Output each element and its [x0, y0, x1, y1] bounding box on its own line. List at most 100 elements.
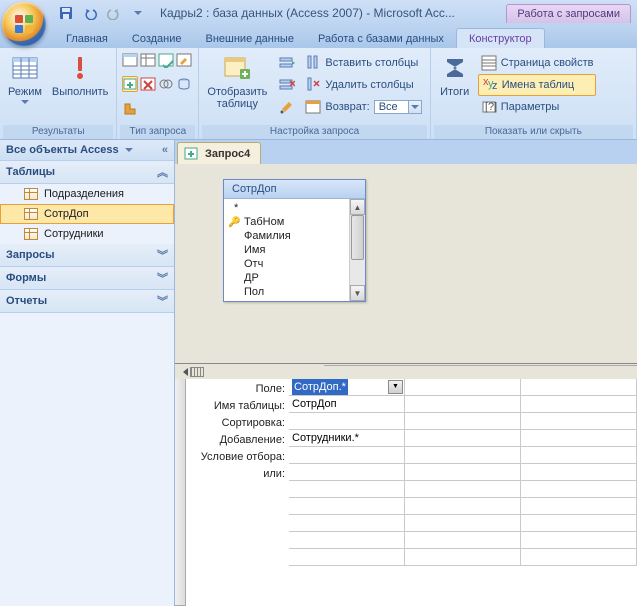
table-cell[interactable]: СотрДоп	[289, 396, 405, 413]
scroll-thumb[interactable]	[351, 215, 364, 260]
grid-cell[interactable]	[521, 447, 637, 464]
field-item[interactable]: Пол	[224, 285, 349, 299]
builder-button[interactable]	[276, 96, 298, 118]
delete-columns-button[interactable]: Удалить столбцы	[302, 74, 424, 96]
tab-design[interactable]: Конструктор	[456, 28, 545, 48]
or-cell[interactable]	[289, 549, 405, 566]
table-names-button[interactable]: xyzИмена таблиц	[478, 74, 597, 96]
tab-external[interactable]: Внешние данные	[194, 29, 306, 48]
passthrough-query-icon[interactable]	[176, 76, 192, 92]
insert-rows-icon	[279, 55, 295, 71]
field-item[interactable]: Имя	[224, 243, 349, 257]
pane-splitter[interactable]	[175, 365, 637, 379]
select-query-icon[interactable]	[122, 52, 138, 68]
nav-cat-queries[interactable]: Запросы︾	[0, 244, 174, 267]
return-combo[interactable]: Все	[374, 100, 422, 114]
grid-cell[interactable]	[521, 379, 637, 396]
grid-cell[interactable]	[405, 464, 521, 481]
qat-customize[interactable]	[128, 3, 148, 23]
scroll-up-button[interactable]: ▲	[350, 199, 365, 215]
scroll-left-icon[interactable]	[179, 368, 188, 376]
scroll-down-button[interactable]: ▼	[350, 285, 365, 301]
grid-cell[interactable]	[405, 413, 521, 430]
params-icon: [?]	[481, 99, 497, 115]
nav-cat-forms[interactable]: Формы︾	[0, 267, 174, 290]
collapse-icon[interactable]: «	[162, 144, 168, 156]
tab-home[interactable]: Главная	[54, 29, 120, 48]
append-cell[interactable]: Сотрудники.*	[289, 430, 405, 447]
grid-cell[interactable]	[405, 549, 521, 566]
or-cell[interactable]	[289, 498, 405, 515]
grid-cell[interactable]	[405, 396, 521, 413]
grid-cell[interactable]	[521, 430, 637, 447]
field-cell[interactable]: СотрДоп.*▼	[289, 379, 405, 396]
nav-header[interactable]: Все объекты Access«	[0, 140, 174, 161]
grid-cell[interactable]	[405, 515, 521, 532]
append-query-icon[interactable]	[122, 76, 138, 92]
or-cell[interactable]	[289, 532, 405, 549]
delete-rows-button[interactable]	[276, 74, 298, 96]
column-selector[interactable]	[556, 365, 637, 366]
nav-item-table[interactable]: Сотрудники	[0, 224, 174, 244]
show-table-button[interactable]: Отобразить таблицу	[202, 50, 272, 112]
save-button[interactable]	[56, 3, 76, 23]
parameters-button[interactable]: [?]Параметры	[478, 96, 597, 118]
row-selector[interactable]	[175, 379, 186, 606]
redo-button[interactable]	[104, 3, 124, 23]
tab-database[interactable]: Работа с базами данных	[306, 29, 456, 48]
grid-cell[interactable]	[521, 413, 637, 430]
scrollbar[interactable]: ▲ ▼	[349, 199, 365, 301]
office-button[interactable]	[2, 2, 46, 46]
tab-create[interactable]: Создание	[120, 29, 194, 48]
splitter-grip[interactable]	[190, 367, 204, 377]
union-query-icon[interactable]	[158, 76, 174, 92]
insert-columns-button[interactable]: Вставить столбцы	[302, 52, 424, 74]
nav-item-table[interactable]: Подразделения	[0, 184, 174, 204]
grid-cell[interactable]	[521, 549, 637, 566]
delete-query-icon[interactable]	[140, 76, 156, 92]
field-item[interactable]: Фамилия	[224, 229, 349, 243]
column-selector[interactable]	[324, 365, 440, 366]
view-button[interactable]: Режим	[3, 50, 47, 106]
maketable-query-icon[interactable]	[158, 52, 174, 68]
field-item[interactable]: 🔑ТабНом	[224, 215, 349, 229]
table-card[interactable]: СотрДоп * 🔑ТабНом Фамилия Имя Отч ДР Пол	[223, 179, 366, 302]
grid-cell[interactable]	[405, 532, 521, 549]
nav-cat-tables[interactable]: Таблицы︽	[0, 161, 174, 184]
grid-cell[interactable]	[521, 498, 637, 515]
nav-cat-reports[interactable]: Отчеты︾	[0, 290, 174, 313]
field-item[interactable]: Отч	[224, 257, 349, 271]
grid-cell[interactable]	[405, 447, 521, 464]
undo-button[interactable]	[80, 3, 100, 23]
field-item[interactable]: *	[224, 201, 349, 215]
grid-cell[interactable]	[521, 464, 637, 481]
query-design-surface[interactable]: СотрДоп * 🔑ТабНом Фамилия Имя Отч ДР Пол	[175, 164, 637, 364]
group-showhide-label: Показать или скрыть	[434, 125, 633, 139]
crosstab-query-icon[interactable]	[140, 52, 156, 68]
datadef-query-icon[interactable]	[122, 101, 138, 117]
doc-tab-query[interactable]: Запрос4	[177, 142, 261, 164]
return-rows-control[interactable]: Возврат:Все	[302, 96, 424, 118]
grid-cell[interactable]	[405, 481, 521, 498]
field-item[interactable]: ДР	[224, 271, 349, 285]
or-cell[interactable]	[289, 515, 405, 532]
grid-cell[interactable]	[521, 515, 637, 532]
or-cell[interactable]	[289, 464, 405, 481]
update-query-icon[interactable]	[176, 52, 192, 68]
criteria-cell[interactable]	[289, 447, 405, 464]
insert-rows-button[interactable]	[276, 52, 298, 74]
grid-cell[interactable]	[405, 498, 521, 515]
grid-cell[interactable]	[521, 481, 637, 498]
or-cell[interactable]	[289, 481, 405, 498]
nav-item-table[interactable]: СотрДоп	[0, 204, 174, 224]
grid-cell[interactable]	[521, 532, 637, 549]
grid-cell[interactable]	[521, 396, 637, 413]
totals-button[interactable]: Итоги	[434, 50, 476, 100]
column-selector[interactable]	[440, 365, 556, 366]
run-button[interactable]: Выполнить	[47, 50, 113, 100]
dropdown-button[interactable]: ▼	[388, 380, 403, 394]
property-sheet-button[interactable]: Страница свойств	[478, 52, 597, 74]
sort-cell[interactable]	[289, 413, 405, 430]
grid-cell[interactable]	[405, 379, 521, 396]
grid-cell[interactable]	[405, 430, 521, 447]
